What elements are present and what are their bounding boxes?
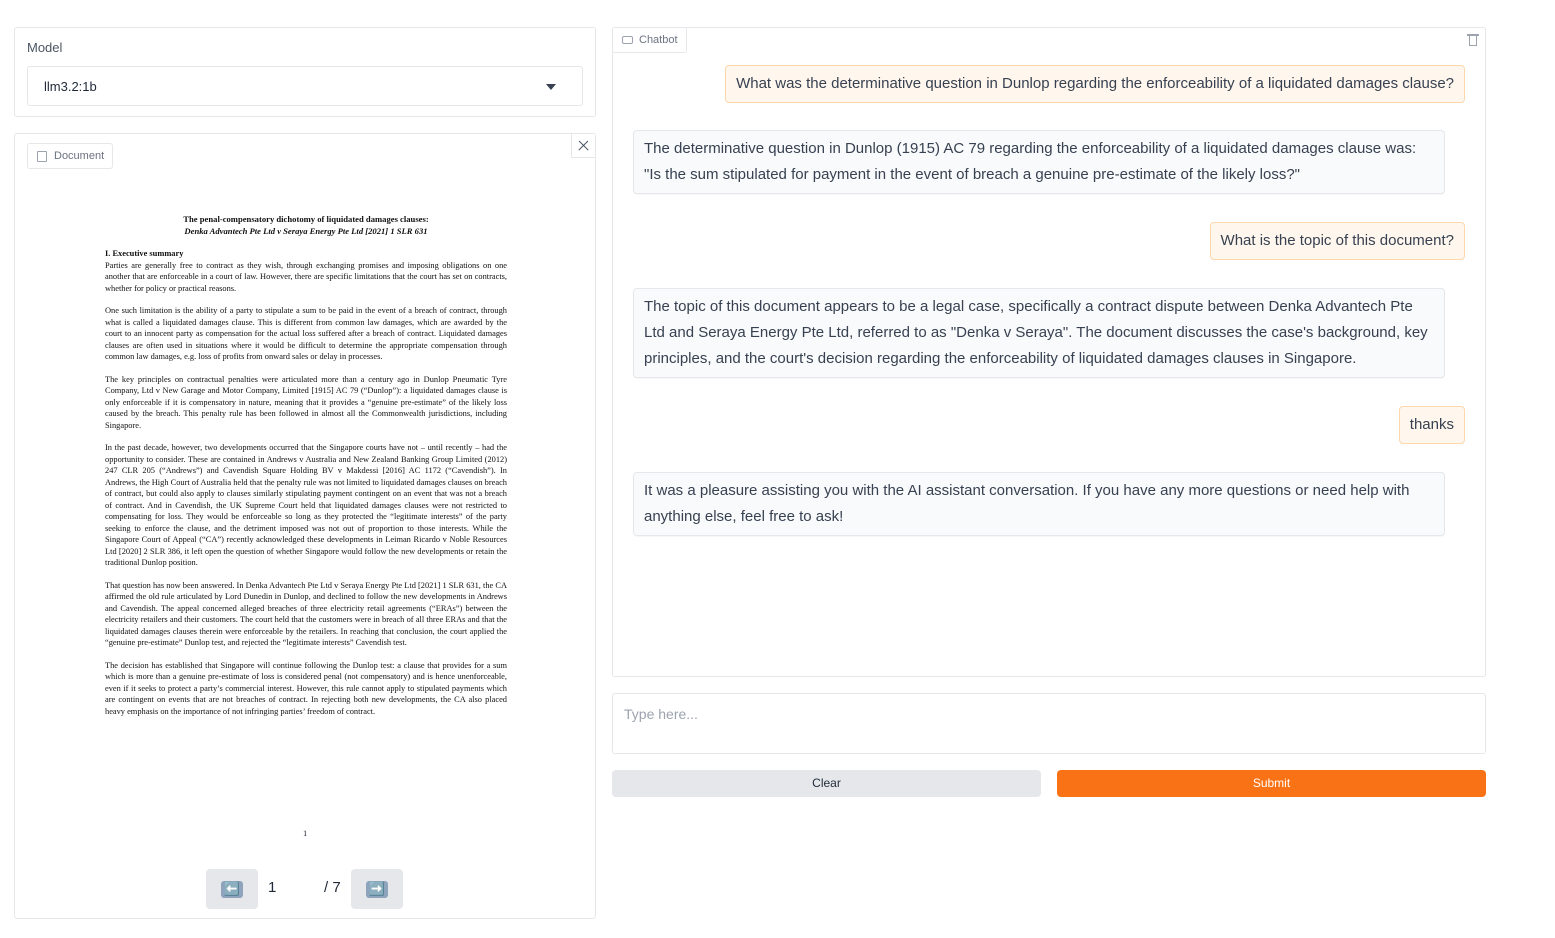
pdf-paragraph: One such limitation is the ability of a …	[105, 306, 507, 361]
document-tag-label: Document	[54, 150, 105, 162]
pdf-subtitle: Denka Advantech Pte Ltd v Seraya Energy …	[184, 225, 428, 236]
prev-page-button[interactable]: ⬅️	[206, 869, 258, 909]
model-panel: Model llm3.2:1b	[14, 27, 596, 117]
message-input-placeholder: Type here...	[624, 706, 698, 722]
chatbot-panel: Chatbot What was the determinative quest…	[612, 27, 1486, 677]
pdf-page-number: 1	[303, 828, 308, 838]
message-input[interactable]: Type here...	[612, 693, 1486, 754]
model-label: Model	[27, 40, 63, 55]
trash-icon[interactable]	[1465, 32, 1481, 48]
file-icon	[37, 151, 47, 162]
chatbot-tag: Chatbot	[612, 27, 687, 53]
user-message: What is the topic of this document?	[1209, 222, 1465, 260]
clear-button[interactable]: Clear	[612, 770, 1041, 797]
submit-button[interactable]: Submit	[1057, 770, 1486, 797]
chat-bubble-icon	[622, 36, 633, 44]
pdf-paragraph: Parties are generally free to contract a…	[105, 260, 507, 293]
pdf-title: The penal-compensatory dichotomy of liqu…	[183, 214, 429, 224]
user-message: thanks	[1398, 406, 1465, 444]
bot-message: The topic of this document appears to be…	[633, 288, 1445, 378]
bot-message: It was a pleasure assisting you with the…	[633, 472, 1445, 536]
chevron-down-icon	[546, 84, 556, 90]
arrow-left-icon: ⬅️	[221, 881, 243, 898]
pdf-heading: I. Executive summary	[105, 249, 184, 258]
model-selected-value: llm3.2:1b	[44, 79, 97, 94]
model-dropdown[interactable]: llm3.2:1b	[27, 66, 583, 106]
page-number-input[interactable]: 1	[268, 879, 298, 896]
document-panel: Document The penal-compensatory dichotom…	[14, 133, 596, 919]
page-total: / 7	[324, 879, 341, 896]
pdf-paragraph: The decision has established that Singap…	[105, 660, 507, 716]
bot-message: The determinative question in Dunlop (19…	[633, 130, 1445, 194]
close-icon[interactable]	[571, 134, 595, 158]
pdf-paragraph: In the past decade, however, two develop…	[105, 443, 507, 567]
next-page-button[interactable]: ➡️	[351, 869, 403, 909]
arrow-right-icon: ➡️	[366, 881, 388, 898]
document-tag: Document	[27, 143, 114, 169]
pdf-paragraph: That question has now been answered. In …	[105, 580, 507, 648]
pdf-page: The penal-compensatory dichotomy of liqu…	[105, 214, 507, 728]
chatbot-tag-label: Chatbot	[639, 34, 678, 46]
user-message: What was the determinative question in D…	[725, 65, 1465, 103]
pdf-paragraph: The key principles on contractual penalt…	[105, 374, 507, 430]
